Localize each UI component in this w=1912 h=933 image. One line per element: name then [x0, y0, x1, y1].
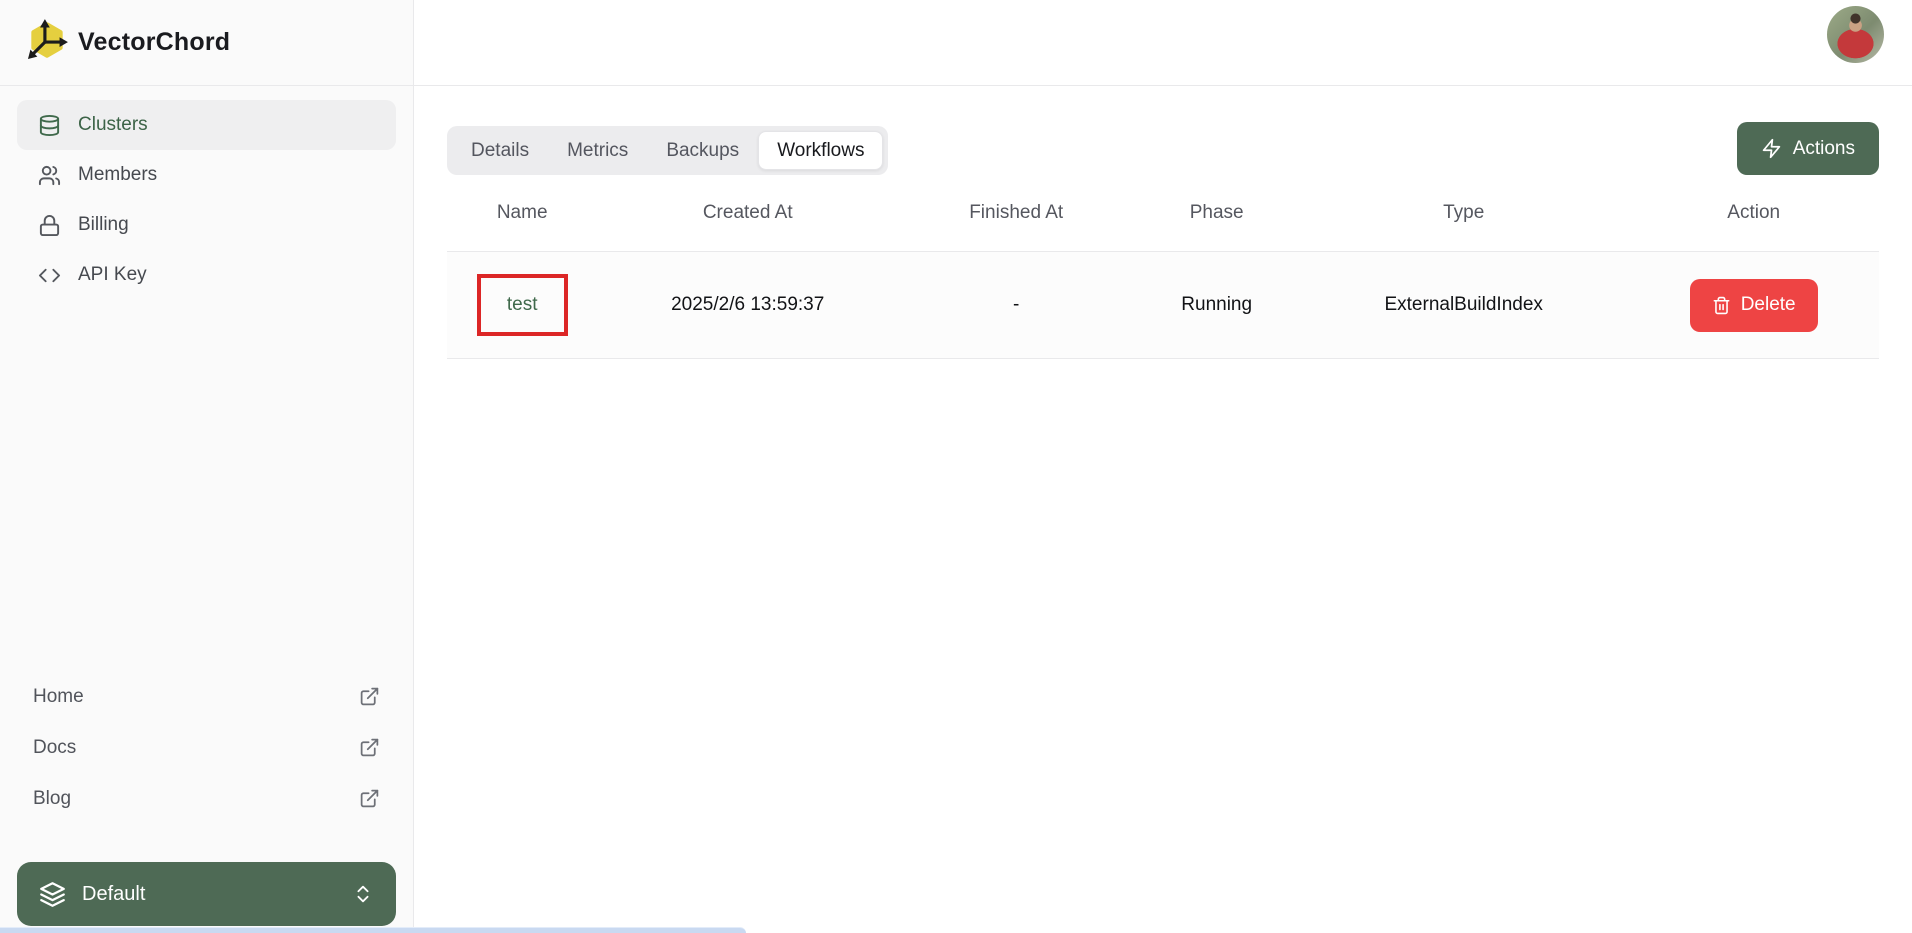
- sidebar-item-label: Members: [78, 164, 157, 186]
- tab-workflows[interactable]: Workflows: [758, 131, 883, 170]
- table-row: test 2025/2/6 13:59:37 - Running Externa…: [447, 252, 1879, 359]
- content: Details Metrics Backups Workflows: [414, 86, 1912, 933]
- external-link-icon: [359, 686, 380, 707]
- workflow-name-link[interactable]: test: [507, 294, 538, 316]
- delete-button[interactable]: Delete: [1690, 279, 1818, 332]
- workspace-label: Default: [82, 883, 145, 906]
- topbar: [414, 0, 1912, 86]
- user-avatar[interactable]: [1827, 6, 1884, 63]
- cell-phase: Running: [1134, 294, 1299, 316]
- tab-label: Backups: [666, 140, 739, 162]
- sidebar-link-label: Blog: [33, 788, 71, 810]
- tab-label: Metrics: [567, 140, 628, 162]
- annotation-highlight-box: test: [477, 274, 568, 336]
- actions-button-label: Actions: [1793, 138, 1855, 160]
- app-title: VectorChord: [78, 28, 230, 57]
- cell-finished-at: -: [898, 294, 1134, 316]
- cell-name: test: [447, 274, 597, 336]
- sidebar-item-label: Billing: [78, 214, 129, 236]
- bottom-peek-element: [0, 927, 746, 933]
- workspace-selector[interactable]: Default: [17, 862, 396, 926]
- trash-icon: [1712, 296, 1731, 315]
- tab-details[interactable]: Details: [452, 131, 548, 170]
- zap-icon: [1761, 138, 1782, 159]
- tab-backups[interactable]: Backups: [647, 131, 758, 170]
- workflows-table: Name Created At Finished At Phase Type A…: [447, 175, 1879, 359]
- tab-bar: Details Metrics Backups Workflows: [447, 126, 888, 175]
- tab-label: Workflows: [777, 140, 864, 162]
- sidebar-link-label: Home: [33, 686, 84, 708]
- layers-icon: [39, 881, 66, 908]
- sidebar-item-label: Clusters: [78, 114, 148, 136]
- sidebar-link-docs[interactable]: Docs: [33, 722, 380, 773]
- sidebar-item-api-key[interactable]: API Key: [17, 250, 396, 300]
- external-link-icon: [359, 788, 380, 809]
- main-area: Details Metrics Backups Workflows: [414, 0, 1912, 933]
- sidebar-link-blog[interactable]: Blog: [33, 773, 380, 824]
- app-window: VectorChord Clusters Members: [0, 0, 1912, 933]
- sidebar-external-links: Home Docs Blog: [0, 671, 413, 824]
- database-icon: [38, 114, 61, 137]
- sidebar-item-label: API Key: [78, 264, 147, 286]
- cell-action: Delete: [1628, 279, 1879, 332]
- column-header-phase: Phase: [1134, 202, 1299, 224]
- lock-icon: [38, 214, 61, 237]
- column-header-name: Name: [447, 202, 597, 224]
- tab-label: Details: [471, 140, 529, 162]
- cell-created-at: 2025/2/6 13:59:37: [597, 294, 898, 316]
- code-icon: [38, 264, 61, 287]
- external-link-icon: [359, 737, 380, 758]
- cell-type: ExternalBuildIndex: [1299, 294, 1628, 316]
- sidebar-link-home[interactable]: Home: [33, 671, 380, 722]
- actions-button[interactable]: Actions: [1737, 122, 1879, 175]
- content-header: Details Metrics Backups Workflows: [447, 122, 1879, 175]
- chevrons-up-down-icon: [352, 883, 374, 905]
- column-header-type: Type: [1299, 202, 1628, 224]
- column-header-action: Action: [1628, 202, 1879, 224]
- logo[interactable]: VectorChord: [0, 0, 413, 86]
- sidebar-item-members[interactable]: Members: [17, 150, 396, 200]
- delete-button-label: Delete: [1741, 294, 1796, 316]
- sidebar-nav: Clusters Members Billing: [0, 86, 413, 300]
- sidebar-item-clusters[interactable]: Clusters: [17, 100, 396, 150]
- sidebar-link-label: Docs: [33, 737, 76, 759]
- users-icon: [38, 164, 61, 187]
- column-header-created-at: Created At: [597, 202, 898, 224]
- sidebar: VectorChord Clusters Members: [0, 0, 414, 933]
- vectorchord-logo-icon: [24, 17, 70, 68]
- sidebar-item-billing[interactable]: Billing: [17, 200, 396, 250]
- tab-metrics[interactable]: Metrics: [548, 131, 647, 170]
- column-header-finished-at: Finished At: [898, 202, 1134, 224]
- table-header: Name Created At Finished At Phase Type A…: [447, 175, 1879, 252]
